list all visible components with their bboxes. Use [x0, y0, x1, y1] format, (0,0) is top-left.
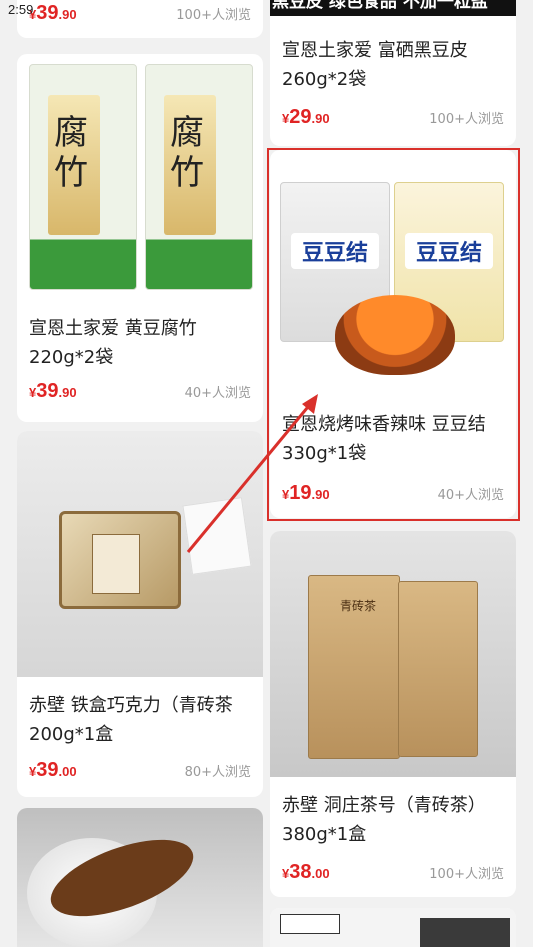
product-image[interactable]: [270, 908, 516, 947]
product-title[interactable]: 宣恩土家爱 黄豆腐竹220g*2袋: [17, 314, 263, 372]
product-card[interactable]: [270, 908, 516, 947]
product-image[interactable]: [17, 808, 263, 947]
product-price: ¥38.00: [282, 861, 330, 883]
product-card[interactable]: 赤壁 铁盒巧克力（青砖茶 200g*1盒 ¥39.00 80+人浏览: [17, 431, 263, 797]
product-card[interactable]: 青砖茶 赤壁 洞庄茶号（青砖茶） 380g*1盒 ¥38.00 100+人浏览: [270, 531, 516, 897]
image-banner-text: 黑豆皮 绿色食品 不加一粒盐: [270, 0, 516, 16]
product-image[interactable]: 腐竹 腐竹: [17, 54, 263, 300]
product-card[interactable]: 黑豆皮 绿色食品 不加一粒盐 宣恩土家爱 富硒黑豆皮260g*2袋 ¥29.90…: [270, 0, 516, 146]
status-time: 2:59: [8, 2, 34, 17]
product-price: ¥39.90: [29, 380, 77, 402]
product-title[interactable]: 宣恩土家爱 富硒黑豆皮260g*2袋: [270, 36, 516, 94]
product-views: 100+人浏览: [429, 867, 504, 882]
product-image[interactable]: 青砖茶: [270, 531, 516, 777]
product-views: 100+人浏览: [429, 112, 504, 127]
product-card[interactable]: 豆豆结 豆豆结 宣恩烧烤味香辣味 豆豆结330g*1袋 ¥19.90 40+人浏…: [270, 150, 516, 518]
product-price: ¥19.90: [282, 482, 330, 504]
product-image[interactable]: [17, 431, 263, 677]
product-views: 40+人浏览: [437, 488, 504, 503]
product-title[interactable]: 赤壁 洞庄茶号（青砖茶） 380g*1盒: [270, 791, 516, 849]
product-price: ¥29.90: [282, 106, 330, 128]
product-image[interactable]: 豆豆结 豆豆结: [270, 150, 516, 396]
product-views: 100+人浏览: [176, 8, 251, 23]
product-views: 40+人浏览: [184, 386, 251, 401]
product-views: 80+人浏览: [184, 765, 251, 780]
product-price: ¥39.90: [29, 2, 77, 24]
product-title[interactable]: 赤壁 铁盒巧克力（青砖茶 200g*1盒: [17, 691, 263, 749]
product-price: ¥39.00: [29, 759, 77, 781]
product-title[interactable]: 宣恩烧烤味香辣味 豆豆结330g*1袋: [270, 410, 516, 468]
product-card[interactable]: ¥39.90 100+人浏览: [17, 0, 263, 38]
product-card[interactable]: [17, 808, 263, 947]
product-card[interactable]: 腐竹 腐竹 宣恩土家爱 黄豆腐竹220g*2袋 ¥39.90 40+人浏览: [17, 54, 263, 422]
